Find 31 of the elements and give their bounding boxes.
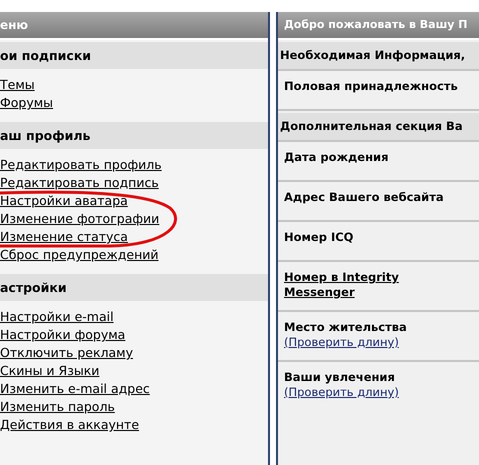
section-header: аш профиль: [0, 122, 268, 149]
check-length-link[interactable]: (Проверить длину): [284, 385, 399, 400]
menu-link[interactable]: Редактировать подпись: [0, 174, 159, 192]
field-label: Половая принадлежность: [284, 79, 458, 94]
check-length-link[interactable]: (Проверить длину): [284, 335, 399, 350]
menu-link[interactable]: Настройки форума: [0, 326, 126, 344]
section-header: Необходимая Информация,: [278, 42, 479, 71]
menu-link[interactable]: Темы: [0, 76, 35, 94]
field-label: Номер ICQ: [284, 230, 354, 245]
section-header: Дополнительная секция Ва: [278, 113, 479, 142]
section-header: астройки: [0, 274, 268, 301]
field-label-link[interactable]: Номер в Integrity Messenger: [284, 270, 473, 300]
section-header: ои подписки: [0, 42, 268, 69]
menu-link[interactable]: Скины и Языки: [0, 362, 100, 380]
menu-header: еню: [0, 12, 268, 40]
menu-link[interactable]: Отключить рекламу: [0, 344, 133, 362]
menu-link[interactable]: Изменение статуса: [0, 228, 128, 246]
menu-link[interactable]: Сброс предупреждений: [0, 246, 159, 264]
field-label: Ваши увлечения: [284, 370, 395, 385]
menu-link[interactable]: Форумы: [0, 94, 54, 112]
menu-link[interactable]: Редактировать профиль: [0, 156, 162, 174]
menu-link[interactable]: Изменить пароль: [0, 398, 115, 416]
menu-link[interactable]: Действия в аккаунте: [0, 416, 140, 434]
menu-link[interactable]: Изменить e-mail адрес: [0, 380, 150, 398]
menu-link[interactable]: Настройки e-mail: [0, 308, 114, 326]
menu-link[interactable]: Изменение фотографии: [0, 210, 160, 228]
field-label: Дата рождения: [284, 150, 388, 165]
field-label: Место жительства: [284, 320, 407, 335]
field-label: Адрес Вашего вебсайта: [284, 190, 444, 205]
menu-link[interactable]: Настройки аватара: [0, 192, 128, 210]
welcome-header: Добро пожаловать в Вашу П: [278, 12, 479, 40]
